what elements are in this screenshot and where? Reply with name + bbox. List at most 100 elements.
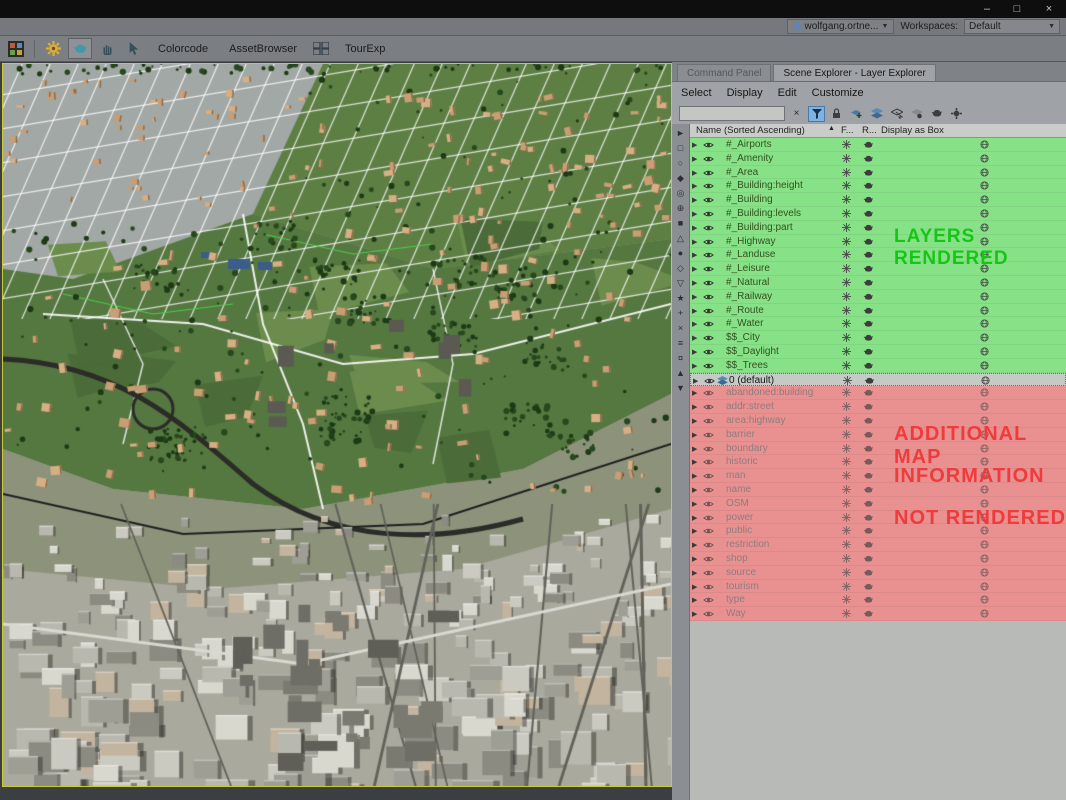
expand-arrow-icon[interactable]: ▶	[692, 155, 697, 163]
display-as-box-globe-icon[interactable]	[980, 443, 989, 456]
render-teapot-icon[interactable]	[863, 417, 874, 428]
display-as-box-globe-icon[interactable]	[980, 609, 989, 621]
eye-visibility-icon[interactable]	[703, 265, 714, 276]
frozen-snowflake-icon[interactable]	[842, 291, 851, 304]
display-as-box-globe-icon[interactable]	[980, 526, 989, 538]
column-display-as-box[interactable]: Display as Box	[881, 125, 944, 136]
expand-arrow-icon[interactable]: ▶	[692, 320, 697, 328]
user-account-button[interactable]: wolfgang.ortne... ▼	[786, 19, 895, 34]
expand-arrow-icon[interactable]: ▶	[692, 389, 697, 397]
layer-row[interactable]: ▶ addr:street	[690, 400, 1066, 414]
eye-visibility-icon[interactable]	[703, 389, 714, 400]
frozen-snowflake-icon[interactable]	[842, 498, 851, 511]
frozen-snowflake-icon[interactable]	[842, 402, 851, 414]
eye-visibility-icon[interactable]	[703, 251, 714, 262]
render-teapot-icon[interactable]	[863, 265, 874, 276]
display-as-box-globe-icon[interactable]	[980, 457, 989, 469]
render-teapot-icon[interactable]	[863, 141, 874, 152]
frozen-snowflake-icon[interactable]	[842, 443, 851, 456]
layer-row[interactable]: ▶ 0 (default)	[690, 372, 1066, 387]
frozen-snowflake-icon[interactable]	[842, 388, 851, 400]
expand-arrow-icon[interactable]: ▶	[692, 472, 697, 480]
frozen-snowflake-icon[interactable]	[842, 429, 851, 442]
frozen-snowflake-icon[interactable]	[842, 153, 851, 166]
menu-select[interactable]: Select	[681, 87, 712, 99]
layer-row[interactable]: ▶ #_Building:levels	[690, 206, 1066, 221]
eye-visibility-icon[interactable]	[703, 182, 714, 193]
display-as-box-globe-icon[interactable]	[980, 499, 989, 511]
layer-row[interactable]: ▶ #_Building:part	[690, 220, 1066, 235]
expand-arrow-icon[interactable]: ▶	[692, 265, 697, 273]
tab-scene-explorer[interactable]: Scene Explorer - Layer Explorer	[773, 64, 936, 81]
expand-arrow-icon[interactable]: ▶	[692, 210, 697, 218]
frozen-snowflake-icon[interactable]	[842, 581, 851, 594]
expand-arrow-icon[interactable]: ▶	[692, 527, 697, 535]
display-as-box-globe-icon[interactable]	[980, 264, 989, 276]
render-teapot-icon[interactable]	[863, 279, 874, 290]
expand-arrow-icon[interactable]: ▶	[692, 279, 697, 287]
display-filter-icon[interactable]: ◆	[673, 171, 688, 185]
expand-arrow-icon[interactable]: ▶	[692, 238, 697, 246]
render-teapot-icon[interactable]	[863, 583, 874, 594]
eye-visibility-icon[interactable]	[703, 307, 714, 318]
render-teapot-icon[interactable]	[863, 155, 874, 166]
viewport-3d-city[interactable]	[3, 64, 671, 786]
frozen-snowflake-icon[interactable]	[842, 346, 851, 359]
column-header-row[interactable]: Name (Sorted Ascending) ▲ F... R... Disp…	[690, 124, 1066, 138]
layer-row[interactable]: ▶ tourism	[690, 579, 1066, 594]
eye-visibility-icon[interactable]	[703, 472, 714, 483]
layer-properties-button[interactable]	[908, 106, 925, 122]
frozen-snowflake-icon[interactable]	[842, 181, 851, 193]
eye-visibility-icon[interactable]	[703, 362, 714, 373]
render-teapot-icon[interactable]	[863, 431, 874, 442]
display-filter-icon[interactable]: ⊕	[673, 201, 688, 215]
layer-row[interactable]: ▶ #_Route	[690, 303, 1066, 318]
eye-visibility-icon[interactable]	[703, 320, 714, 331]
eye-visibility-icon[interactable]	[703, 141, 714, 152]
tourexp-button[interactable]: TourExp	[336, 38, 394, 59]
layer-row[interactable]: ▶ public	[690, 524, 1066, 539]
tab-command-panel[interactable]: Command Panel	[677, 64, 772, 81]
layer-row[interactable]: ▶ #_Water	[690, 317, 1066, 332]
filter-funnel-icon[interactable]	[808, 105, 825, 122]
frozen-snowflake-icon[interactable]	[842, 457, 851, 469]
select-arrow-icon[interactable]	[122, 38, 146, 59]
render-teapot-icon[interactable]	[863, 555, 874, 566]
create-layer-button[interactable]	[848, 106, 865, 122]
display-as-box-globe-icon[interactable]	[980, 292, 989, 304]
render-teapot-icon[interactable]	[863, 458, 874, 469]
layer-row[interactable]: ▶ #_Leisure	[690, 262, 1066, 276]
frozen-snowflake-icon[interactable]	[842, 553, 851, 566]
render-teapot-icon[interactable]	[863, 320, 874, 331]
layer-row[interactable]: ▶ #_Area	[690, 165, 1066, 180]
display-filter-icon[interactable]: +	[673, 306, 688, 320]
render-teapot-icon[interactable]	[863, 210, 874, 221]
frozen-snowflake-icon[interactable]	[842, 236, 851, 249]
expand-arrow-icon[interactable]: ▶	[692, 431, 697, 439]
display-as-box-globe-icon[interactable]	[980, 168, 989, 180]
expand-arrow-icon[interactable]: ▶	[692, 417, 697, 425]
expand-arrow-icon[interactable]: ▶	[692, 251, 697, 259]
frozen-snowflake-icon[interactable]	[842, 484, 851, 497]
render-teapot-icon[interactable]	[863, 362, 874, 373]
render-teapot-icon[interactable]	[863, 500, 874, 511]
render-teapot-icon[interactable]	[863, 569, 874, 580]
display-filter-icon[interactable]: ○	[673, 156, 688, 170]
expand-arrow-icon[interactable]: ▶	[692, 610, 697, 618]
display-as-box-globe-icon[interactable]	[980, 568, 989, 580]
layer-row[interactable]: ▶ power	[690, 510, 1066, 525]
frozen-snowflake-icon[interactable]	[842, 595, 851, 607]
display-as-box-globe-icon[interactable]	[980, 278, 989, 290]
eye-visibility-icon[interactable]	[703, 555, 714, 566]
display-as-box-globe-icon[interactable]	[980, 333, 989, 345]
render-teapot-icon[interactable]	[863, 182, 874, 193]
expand-arrow-icon[interactable]: ▶	[692, 541, 697, 549]
add-to-layer-button[interactable]	[868, 106, 885, 122]
display-filter-icon[interactable]: ×	[673, 321, 688, 335]
layer-row[interactable]: ▶ #_Building:height	[690, 179, 1066, 194]
minimize-button[interactable]: –	[972, 0, 1002, 18]
frozen-snowflake-icon[interactable]	[842, 333, 851, 345]
frozen-snowflake-icon[interactable]	[842, 140, 851, 152]
column-frozen[interactable]: F...	[841, 125, 854, 136]
layer-row[interactable]: ▶ boundary	[690, 441, 1066, 456]
